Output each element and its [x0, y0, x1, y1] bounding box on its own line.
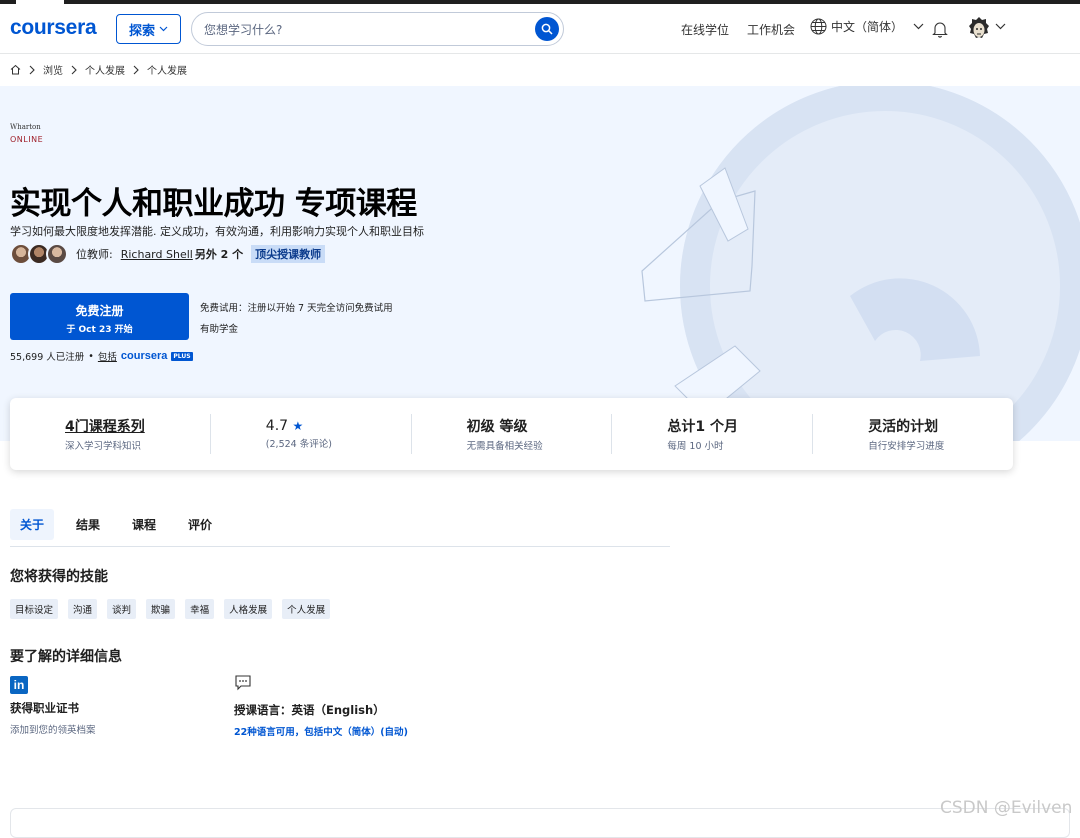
tab-courses[interactable]: 课程 — [122, 509, 166, 540]
stat-schedule-sub: 自行安排学习进度 — [868, 441, 945, 452]
instructor-name-link[interactable]: Richard Shell — [121, 248, 193, 261]
chevron-right-icon — [29, 65, 35, 74]
search-icon — [541, 23, 553, 35]
stat-rating: 4.7 ★ (2,524 条评论) — [211, 414, 412, 454]
stat-rating-value: 4.7 — [265, 418, 289, 434]
partner-logo[interactable]: Wharton ONLINE — [10, 122, 44, 156]
skills-heading: 您将获得的技能 — [10, 569, 108, 585]
enrolled-count: 55,699 人已注册 — [10, 352, 85, 363]
skill-chip: 沟通 — [68, 599, 98, 619]
stat-series: 4门课程系列 深入学习学科知识 — [10, 414, 211, 454]
skills-list: 目标设定 沟通 谈判 欺骗 幸福 人格发展 个人发展 — [10, 599, 331, 619]
chevron-right-icon — [71, 65, 77, 74]
page-title: 实现个人和职业成功 专项课程 — [10, 186, 417, 222]
skill-chip: 目标设定 — [10, 599, 59, 619]
more-instructors[interactable]: 另外 2 个 — [195, 246, 243, 262]
certificate-detail: in 获得职业证书 添加到您的领英档案 — [10, 676, 96, 736]
stat-level: 初级 等级 无需具备相关经验 — [412, 414, 613, 454]
stat-duration: 总计1 个月 每周 10 小时 — [612, 414, 814, 454]
partner-logo-bottom: ONLINE — [10, 135, 44, 144]
stat-duration-sub: 每周 10 小时 — [667, 441, 724, 452]
language-title: 授课语言：英语（English） — [234, 703, 385, 717]
explore-button[interactable]: 探索 — [116, 14, 181, 44]
course-stats-card: 4门课程系列 深入学习学科知识 4.7 ★ (2,524 条评论) 初级 等级 … — [10, 398, 1013, 470]
skill-chip: 幸福 — [185, 599, 215, 619]
tab-reviews[interactable]: 评价 — [178, 509, 222, 540]
enrolled-info: 55,699 人已注册 • 包括 coursera PLUS — [10, 349, 193, 363]
explore-label: 探索 — [128, 23, 155, 39]
hero-banner: Wharton ONLINE 实现个人和职业成功 专项课程 学习如何最大限度地发… — [0, 86, 1080, 441]
avatar[interactable] — [967, 16, 991, 42]
chevron-right-icon — [133, 65, 139, 74]
instructor-avatar[interactable] — [46, 243, 68, 265]
chevron-down-icon[interactable] — [995, 23, 1006, 30]
language-label: 中文（简体） — [831, 20, 904, 34]
page-subtitle: 学习如何最大限度地发挥潜能. 定义成功，有效沟通，利用影响力实现个人和职业目标 — [10, 225, 424, 238]
breadcrumb-current[interactable]: 个人发展 — [147, 62, 187, 77]
plus-badge: PLUS — [171, 351, 193, 361]
instructors-row: 位教师: Richard Shell 另外 2 个 顶尖授课教师 — [10, 243, 326, 265]
tab-outcomes[interactable]: 结果 — [66, 509, 110, 540]
search-box — [191, 12, 564, 46]
bottom-card — [10, 808, 1070, 838]
stat-duration-value: 总计1 个月 — [667, 419, 739, 435]
globe-icon — [810, 18, 827, 35]
section-tabs: 关于 结果 课程 评价 — [10, 503, 670, 547]
included-in-plus-link[interactable]: 包括 — [98, 349, 117, 363]
search-button[interactable] — [535, 17, 559, 41]
financial-aid-link[interactable]: 有助学金 — [200, 321, 238, 335]
skill-chip: 欺骗 — [146, 599, 176, 619]
linkedin-icon: in — [10, 676, 28, 694]
chevron-down-icon — [159, 26, 168, 32]
nav-careers[interactable]: 工作机会 — [747, 21, 795, 38]
bullet-separator: • — [88, 350, 94, 362]
instructor-label: 位教师: — [76, 248, 113, 261]
breadcrumb-personal-development[interactable]: 个人发展 — [85, 62, 125, 77]
coursera-logo[interactable]: coursera — [10, 16, 97, 40]
search-input[interactable] — [204, 20, 524, 40]
stat-level-value: 初级 等级 — [466, 419, 528, 435]
skill-chip: 个人发展 — [282, 599, 331, 619]
chat-icon — [235, 675, 251, 691]
available-languages-link[interactable]: 22种语言可用，包括中文（简体）(自动) — [234, 724, 408, 738]
coursera-plus-logo: coursera — [120, 350, 168, 362]
top-instructor-badge: 顶尖授课教师 — [251, 245, 326, 263]
breadcrumb: 浏览 个人发展 个人发展 — [10, 62, 187, 77]
tab-about[interactable]: 关于 — [10, 509, 55, 540]
watermark: CSDN @Evilven — [940, 798, 1073, 818]
nav-online-degrees[interactable]: 在线学位 — [681, 21, 729, 38]
language-selector[interactable]: 中文（简体） — [810, 18, 924, 35]
language-detail: 授课语言：英语（English） 22种语言可用，包括中文（简体）(自动) — [234, 674, 408, 738]
stat-level-sub: 无需具备相关经验 — [466, 441, 543, 452]
site-header: coursera 探索 在线学位 工作机会 中文（简体） — [0, 4, 1080, 54]
enroll-start-date: 于 Oct 23 开始 — [66, 325, 133, 335]
certificate-sub: 添加到您的领英档案 — [10, 725, 96, 736]
enroll-button[interactable]: 免费注册 于 Oct 23 开始 — [10, 293, 189, 340]
stat-series-value[interactable]: 4门课程系列 — [65, 416, 210, 436]
stat-series-sub: 深入学习学科知识 — [65, 441, 142, 452]
free-trial-text: 免费试用：注册以开始 7 天完全访问免费试用 — [200, 303, 393, 314]
stat-schedule: 灵活的计划 自行安排学习进度 — [813, 414, 1013, 454]
home-icon[interactable] — [10, 64, 21, 75]
certificate-title: 获得职业证书 — [10, 701, 79, 715]
breadcrumb-browse[interactable]: 浏览 — [43, 62, 63, 77]
bell-icon[interactable] — [932, 20, 948, 38]
decorative-pattern — [641, 86, 1080, 441]
stat-schedule-value: 灵活的计划 — [868, 419, 939, 435]
stat-rating-row: 4.7 ★ — [266, 418, 411, 434]
chevron-down-icon — [913, 23, 924, 30]
partner-logo-top: Wharton — [10, 123, 41, 131]
details-heading: 要了解的详细信息 — [10, 649, 122, 665]
skill-chip: 谈判 — [107, 599, 137, 619]
skill-chip: 人格发展 — [224, 599, 273, 619]
enroll-label: 免费注册 — [75, 304, 124, 318]
star-icon: ★ — [292, 419, 304, 433]
stat-rating-reviews: (2,524 条评论) — [265, 439, 332, 450]
